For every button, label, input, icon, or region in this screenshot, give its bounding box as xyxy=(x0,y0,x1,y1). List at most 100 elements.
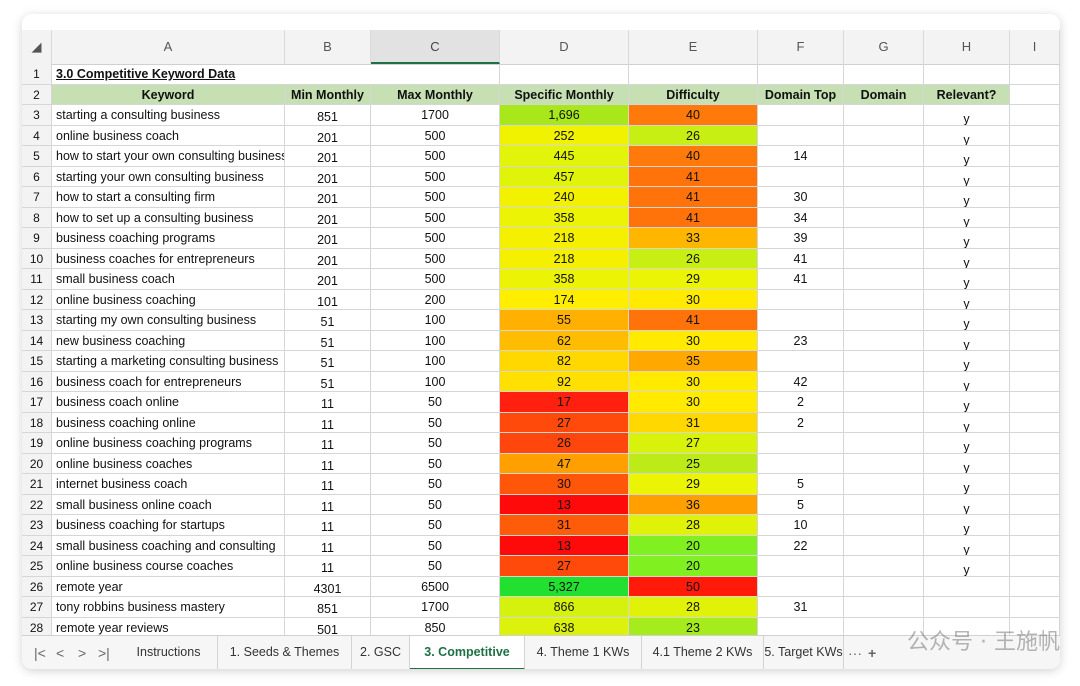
empty-cell[interactable] xyxy=(1010,289,1060,310)
row-number[interactable]: 20 xyxy=(22,453,52,474)
row-number[interactable]: 26 xyxy=(22,576,52,597)
row-number[interactable]: 12 xyxy=(22,289,52,310)
keyword-cell[interactable]: business coaches for entrepreneurs xyxy=(52,248,285,269)
min-monthly-cell[interactable]: 201 xyxy=(285,269,371,290)
empty-cell[interactable] xyxy=(1010,64,1060,85)
min-monthly-cell[interactable]: 201 xyxy=(285,248,371,269)
column-header-g[interactable]: G xyxy=(844,30,924,64)
next-sheet-button[interactable]: > xyxy=(78,636,86,669)
keyword-cell[interactable]: tony robbins business mastery xyxy=(52,597,285,618)
domain-cell[interactable] xyxy=(844,228,924,249)
keyword-cell[interactable]: business coach for entrepreneurs xyxy=(52,371,285,392)
empty-cell[interactable] xyxy=(1010,207,1060,228)
keyword-cell[interactable]: online business course coaches xyxy=(52,556,285,577)
domain-top-cell[interactable] xyxy=(758,617,844,635)
relevant-cell[interactable]: y xyxy=(924,289,1010,310)
keyword-cell[interactable]: how to start a consulting firm xyxy=(52,187,285,208)
domain-cell[interactable] xyxy=(844,556,924,577)
difficulty-cell[interactable]: 41 xyxy=(629,187,758,208)
column-header-f[interactable]: F xyxy=(758,30,844,64)
specific-monthly-cell[interactable]: 240 xyxy=(500,187,629,208)
relevant-cell[interactable]: y xyxy=(924,166,1010,187)
difficulty-cell[interactable]: 25 xyxy=(629,453,758,474)
specific-monthly-cell[interactable]: 13 xyxy=(500,494,629,515)
specific-monthly-cell[interactable]: 218 xyxy=(500,228,629,249)
relevant-cell[interactable]: y xyxy=(924,392,1010,413)
min-monthly-cell[interactable]: 11 xyxy=(285,474,371,495)
domain-top-cell[interactable]: 14 xyxy=(758,146,844,167)
specific-monthly-cell[interactable]: 55 xyxy=(500,310,629,331)
empty-cell[interactable] xyxy=(1010,392,1060,413)
empty-cell[interactable] xyxy=(1010,310,1060,331)
column-header-c[interactable]: C xyxy=(371,30,500,64)
domain-top-cell[interactable]: 5 xyxy=(758,494,844,515)
sheet-tab[interactable]: 1. Seeds & Themes xyxy=(218,636,352,669)
empty-cell[interactable] xyxy=(1010,371,1060,392)
column-header-e[interactable]: E xyxy=(629,30,758,64)
domain-cell[interactable] xyxy=(844,392,924,413)
relevant-cell[interactable]: y xyxy=(924,535,1010,556)
domain-cell[interactable] xyxy=(844,576,924,597)
max-monthly-cell[interactable]: 850 xyxy=(371,617,500,635)
max-monthly-cell[interactable]: 100 xyxy=(371,330,500,351)
domain-cell[interactable] xyxy=(844,166,924,187)
difficulty-cell[interactable]: 41 xyxy=(629,310,758,331)
keyword-cell[interactable]: online business coach xyxy=(52,125,285,146)
difficulty-cell[interactable]: 23 xyxy=(629,617,758,635)
row-number[interactable]: 11 xyxy=(22,269,52,290)
max-monthly-cell[interactable]: 50 xyxy=(371,412,500,433)
empty-cell[interactable] xyxy=(1010,248,1060,269)
relevant-cell[interactable]: y xyxy=(924,453,1010,474)
min-monthly-cell[interactable]: 101 xyxy=(285,289,371,310)
column-header-a[interactable]: A xyxy=(52,30,285,64)
max-monthly-cell[interactable]: 100 xyxy=(371,310,500,331)
row-number[interactable]: 6 xyxy=(22,166,52,187)
relevant-cell[interactable]: y xyxy=(924,412,1010,433)
sheet-tab[interactable]: 2. GSC xyxy=(352,636,410,669)
domain-cell[interactable] xyxy=(844,351,924,372)
max-monthly-cell[interactable]: 50 xyxy=(371,433,500,454)
min-monthly-cell[interactable]: 851 xyxy=(285,597,371,618)
row-number[interactable]: 24 xyxy=(22,535,52,556)
specific-monthly-cell[interactable]: 26 xyxy=(500,433,629,454)
max-monthly-cell[interactable]: 100 xyxy=(371,351,500,372)
min-monthly-cell[interactable]: 201 xyxy=(285,207,371,228)
max-monthly-cell[interactable]: 200 xyxy=(371,289,500,310)
domain-top-cell[interactable] xyxy=(758,105,844,126)
domain-top-cell[interactable] xyxy=(758,166,844,187)
empty-cell[interactable] xyxy=(1010,412,1060,433)
difficulty-cell[interactable]: 30 xyxy=(629,392,758,413)
domain-cell[interactable] xyxy=(844,474,924,495)
domain-top-cell[interactable] xyxy=(758,125,844,146)
relevant-cell[interactable]: y xyxy=(924,556,1010,577)
min-monthly-cell[interactable]: 11 xyxy=(285,453,371,474)
difficulty-cell[interactable]: 29 xyxy=(629,474,758,495)
empty-cell[interactable] xyxy=(1010,351,1060,372)
relevant-cell[interactable]: y xyxy=(924,248,1010,269)
keyword-cell[interactable]: new business coaching xyxy=(52,330,285,351)
domain-cell[interactable] xyxy=(844,535,924,556)
difficulty-cell[interactable]: 28 xyxy=(629,515,758,536)
empty-cell[interactable] xyxy=(1010,166,1060,187)
header-cell[interactable]: Relevant? xyxy=(924,84,1010,105)
min-monthly-cell[interactable]: 11 xyxy=(285,494,371,515)
min-monthly-cell[interactable]: 201 xyxy=(285,187,371,208)
keyword-cell[interactable]: business coaching programs xyxy=(52,228,285,249)
relevant-cell[interactable]: y xyxy=(924,371,1010,392)
domain-cell[interactable] xyxy=(844,269,924,290)
row-number[interactable]: 27 xyxy=(22,597,52,618)
empty-cell[interactable] xyxy=(500,64,629,85)
domain-cell[interactable] xyxy=(844,515,924,536)
difficulty-cell[interactable]: 36 xyxy=(629,494,758,515)
max-monthly-cell[interactable]: 500 xyxy=(371,228,500,249)
empty-cell[interactable] xyxy=(1010,535,1060,556)
empty-cell[interactable] xyxy=(1010,228,1060,249)
relevant-cell[interactable]: y xyxy=(924,146,1010,167)
min-monthly-cell[interactable]: 501 xyxy=(285,617,371,635)
difficulty-cell[interactable]: 28 xyxy=(629,597,758,618)
domain-cell[interactable] xyxy=(844,433,924,454)
difficulty-cell[interactable]: 26 xyxy=(629,248,758,269)
row-number[interactable]: 9 xyxy=(22,228,52,249)
difficulty-cell[interactable]: 27 xyxy=(629,433,758,454)
domain-cell[interactable] xyxy=(844,125,924,146)
